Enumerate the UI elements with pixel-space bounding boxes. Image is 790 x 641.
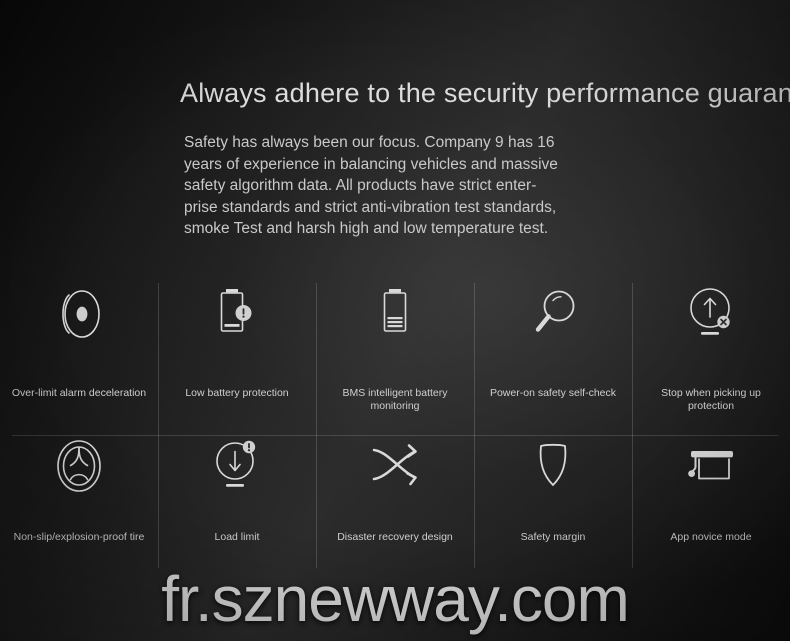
feature-cell-load-limit: Load limit [158, 435, 316, 568]
magnifier-icon [474, 283, 632, 345]
shuffle-arrows-icon [316, 435, 474, 497]
paragraph-line: Safety has always been our focus. Compan… [184, 134, 555, 151]
battery-warning-icon [158, 283, 316, 345]
feature-cell-bms-monitoring: BMS intelligent battery monitoring [316, 283, 474, 435]
paragraph-line: years of experience in balancing vehicle… [184, 155, 558, 173]
feature-grid: Over-limit alarm deceleration Low batter… [0, 283, 790, 568]
column-divider [632, 435, 633, 568]
page-title: Always adhere to the security performanc… [180, 78, 790, 108]
feature-label: Disaster recovery design [337, 531, 453, 543]
feature-cell-tire: Non-slip/explosion-proof tire [0, 435, 158, 568]
battery-level-icon [316, 283, 474, 345]
feature-label: Over-limit alarm deceleration [11, 387, 147, 399]
feature-cell-app-novice-mode: App novice mode [632, 435, 790, 568]
alarm-siren-icon [0, 283, 158, 345]
column-divider [474, 283, 475, 435]
paragraph-line: prise standards and strict anti-vibratio… [184, 198, 557, 216]
feature-cell-safety-margin: Safety margin [474, 435, 632, 568]
feature-label: BMS intelligent battery monitoring [342, 387, 448, 412]
column-divider [316, 435, 317, 568]
column-divider [158, 283, 159, 435]
feature-label: Safety margin [520, 531, 586, 543]
load-limit-icon [158, 435, 316, 497]
feature-cell-lift-stop: Stop when picking up protection [632, 283, 790, 435]
tire-icon [0, 435, 158, 497]
feature-cell-disaster-recovery: Disaster recovery design [316, 435, 474, 568]
lift-stop-icon [632, 283, 790, 345]
column-divider [474, 435, 475, 568]
feature-label: Low battery protection [185, 387, 289, 399]
feature-cell-power-on-self-check: Power-on safety self-check [474, 283, 632, 435]
feature-label: Stop when picking up protection [661, 387, 761, 412]
feature-label: Power-on safety self-check [489, 387, 617, 399]
feature-cell-low-battery: Low battery protection [158, 283, 316, 435]
paragraph-line: safety algorithm data. All products have… [184, 177, 537, 195]
row-divider [12, 435, 778, 436]
feature-label: App novice mode [670, 531, 752, 543]
promo-banner: Always adhere to the security performanc… [0, 0, 790, 641]
intro-paragraph: Safety has always been our focus. Compan… [184, 132, 604, 240]
watermark: fr.sznewway.com [161, 563, 630, 635]
paragraph-line: smoke Test and harsh high and low temper… [184, 220, 549, 238]
column-divider [158, 435, 159, 568]
shield-icon [474, 435, 632, 497]
feature-label: Non-slip/explosion-proof tire [13, 531, 145, 543]
feature-label: Load limit [214, 531, 260, 543]
feature-cell-over-limit-alarm: Over-limit alarm deceleration [0, 283, 158, 435]
graduation-cap-icon [632, 435, 790, 497]
